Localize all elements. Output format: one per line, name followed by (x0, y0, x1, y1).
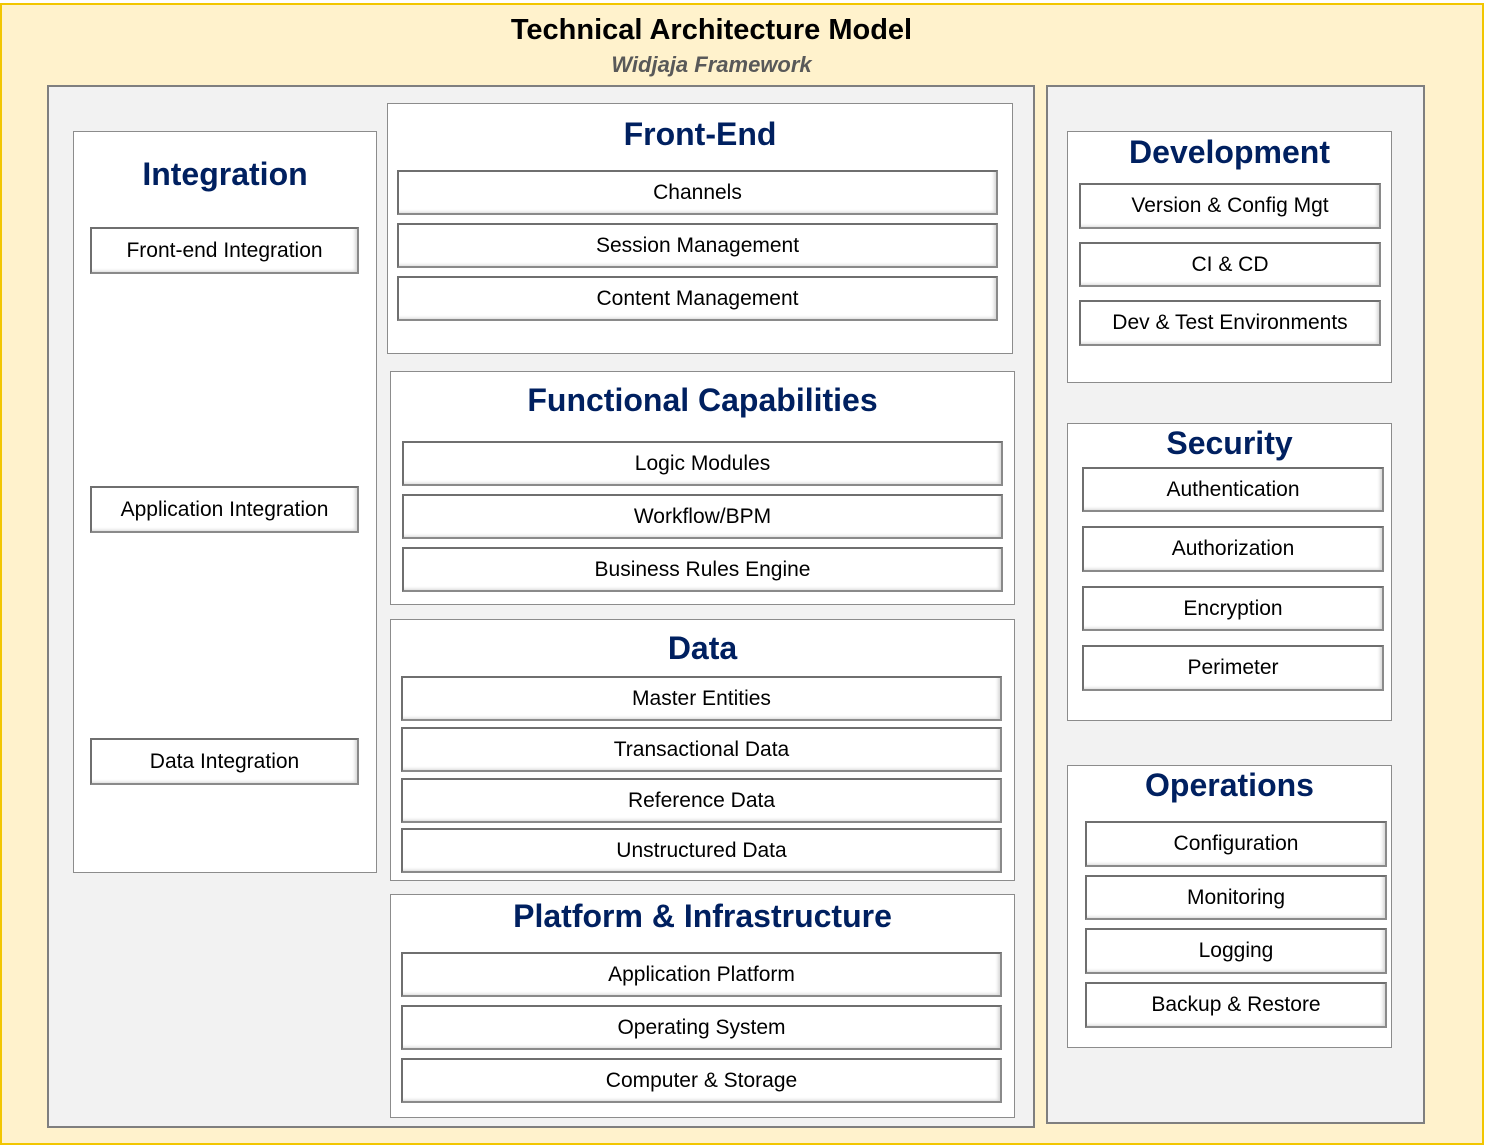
group-title-integration: Integration (142, 156, 308, 192)
item-application-integration: Application Integration (90, 486, 359, 533)
item-authentication: Authentication (1082, 467, 1384, 512)
item-logic-modules: Logic Modules (402, 441, 1003, 486)
group-title-development: Development (1129, 134, 1330, 170)
item-workflow-bpm: Workflow/BPM (402, 494, 1003, 539)
diagram-title: Technical Architecture Model (510, 14, 913, 46)
item-channels: Channels (397, 170, 998, 215)
group-title-security: Security (1166, 425, 1293, 461)
item-backup-restore: Backup & Restore (1085, 982, 1387, 1028)
group-title-data: Data (667, 630, 738, 666)
item-computer-storage: Computer & Storage (401, 1058, 1002, 1103)
item-authorization: Authorization (1082, 526, 1384, 572)
item-version-config-mgt: Version & Config Mgt (1079, 183, 1381, 229)
item-encryption: Encryption (1082, 586, 1384, 631)
item-dev-test-environments: Dev & Test Environments (1079, 300, 1381, 346)
item-perimeter: Perimeter (1082, 645, 1384, 691)
item-unstructured-data: Unstructured Data (401, 828, 1002, 873)
item-master-entities: Master Entities (401, 676, 1002, 721)
item-session-management: Session Management (397, 223, 998, 268)
diagram-subtitle: Widjaja Framework (611, 52, 812, 77)
group-title-platform-infrastructure: Platform & Infrastructure (513, 898, 892, 934)
group-title-operations: Operations (1145, 767, 1314, 803)
item-data-integration: Data Integration (90, 738, 359, 785)
item-transactional-data: Transactional Data (401, 727, 1002, 772)
group-title-front-end: Front-End (623, 116, 777, 152)
group-title-functional-capabilities: Functional Capabilities (527, 382, 878, 418)
item-logging: Logging (1085, 928, 1387, 974)
item-ci-cd: CI & CD (1079, 242, 1381, 287)
item-application-platform: Application Platform (401, 952, 1002, 997)
item-monitoring: Monitoring (1085, 875, 1387, 920)
item-business-rules-engine: Business Rules Engine (402, 547, 1003, 592)
item-front-end-integration: Front-end Integration (90, 227, 359, 274)
item-configuration: Configuration (1085, 821, 1387, 867)
item-content-management: Content Management (397, 276, 998, 321)
item-reference-data: Reference Data (401, 778, 1002, 823)
item-operating-system: Operating System (401, 1005, 1002, 1050)
